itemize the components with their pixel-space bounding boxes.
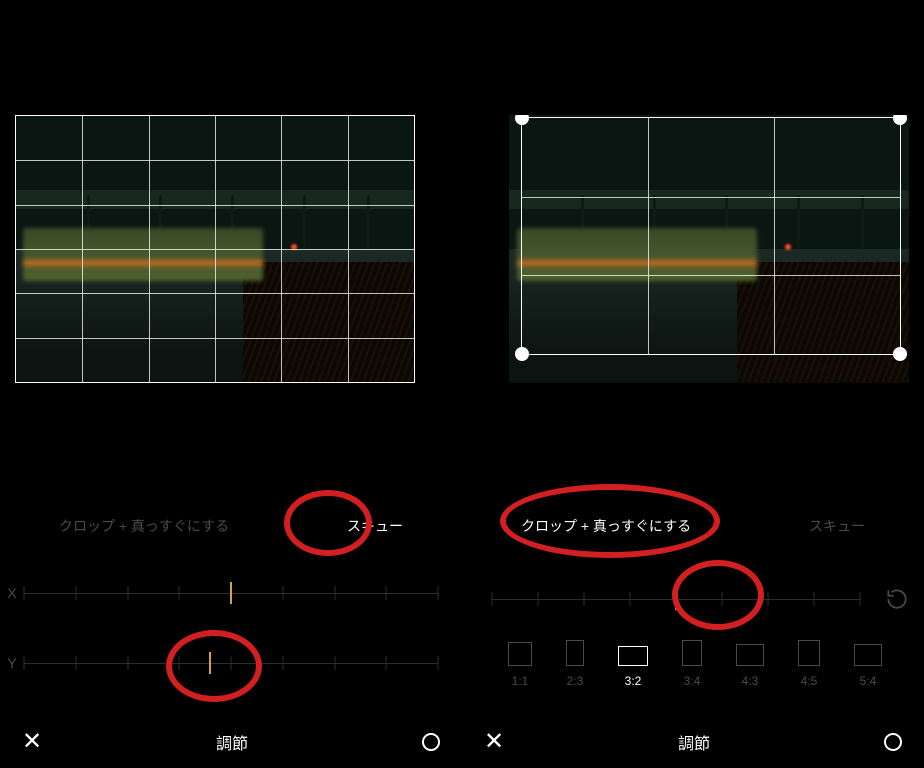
footer-title: 調節 xyxy=(678,730,710,754)
crop-handle-bottom-left[interactable] xyxy=(515,347,529,361)
bottom-bar: ✕ 調節 xyxy=(462,730,924,754)
skew-grid-6x6 xyxy=(15,115,415,383)
mode-tabs: クロップ + 真っすぐにする スキュー xyxy=(462,510,924,542)
aspect-ratio-3-2[interactable]: 3:2 xyxy=(618,646,648,688)
aspect-ratio-2-3[interactable]: 2:3 xyxy=(566,640,584,688)
crop-editor-panel: クロップ + 真っすぐにする スキュー 1:1 2:3 3:2 3:4 4:3 … xyxy=(462,0,924,768)
straighten-cursor[interactable] xyxy=(675,588,677,610)
skew-x-cursor[interactable] xyxy=(230,582,232,604)
axis-label-x: X xyxy=(0,585,24,601)
axis-label-y: Y xyxy=(0,655,24,671)
tab-skew[interactable]: スキュー xyxy=(805,510,869,542)
crop-handle-top-left[interactable] xyxy=(515,115,529,125)
confirm-button[interactable] xyxy=(422,733,440,751)
footer-title: 調節 xyxy=(216,730,248,754)
aspect-ratio-4-3[interactable]: 4:3 xyxy=(736,644,764,688)
crop-handle-bottom-right[interactable] xyxy=(893,347,907,361)
skew-x-row: X xyxy=(0,580,462,606)
straighten-row xyxy=(492,586,924,612)
bottom-bar: ✕ 調節 xyxy=(0,730,462,754)
rotate-90-button[interactable] xyxy=(884,586,910,612)
skew-y-row: Y xyxy=(0,650,462,676)
tab-skew[interactable]: スキュー xyxy=(343,510,407,542)
skew-y-cursor[interactable] xyxy=(209,652,211,674)
aspect-ratio-3-4[interactable]: 3:4 xyxy=(682,640,702,688)
aspect-ratio-5-4[interactable]: 5:4 xyxy=(854,644,882,688)
cancel-button[interactable]: ✕ xyxy=(484,730,504,754)
photo-preview[interactable] xyxy=(509,115,909,383)
skew-editor-panel: クロップ + 真っすぐにする スキュー X Y ✕ 調節 xyxy=(0,0,462,768)
straighten-slider[interactable] xyxy=(492,586,860,612)
tab-crop-straighten[interactable]: クロップ + 真っすぐにする xyxy=(55,510,233,542)
crop-rule-of-thirds-grid[interactable] xyxy=(521,117,901,355)
skew-y-slider[interactable] xyxy=(24,650,438,676)
aspect-ratio-1-1[interactable]: 1:1 xyxy=(508,642,532,688)
rotate-icon xyxy=(884,586,910,612)
cancel-button[interactable]: ✕ xyxy=(22,730,42,754)
tab-crop-straighten[interactable]: クロップ + 真っすぐにする xyxy=(517,510,695,542)
photo-preview[interactable] xyxy=(15,115,415,383)
aspect-ratio-4-5[interactable]: 4:5 xyxy=(798,640,820,688)
aspect-ratio-strip: 1:1 2:3 3:2 3:4 4:3 4:5 5:4 xyxy=(508,640,924,688)
confirm-button[interactable] xyxy=(884,733,902,751)
mode-tabs: クロップ + 真っすぐにする スキュー xyxy=(0,510,462,542)
skew-x-slider[interactable] xyxy=(24,580,438,606)
